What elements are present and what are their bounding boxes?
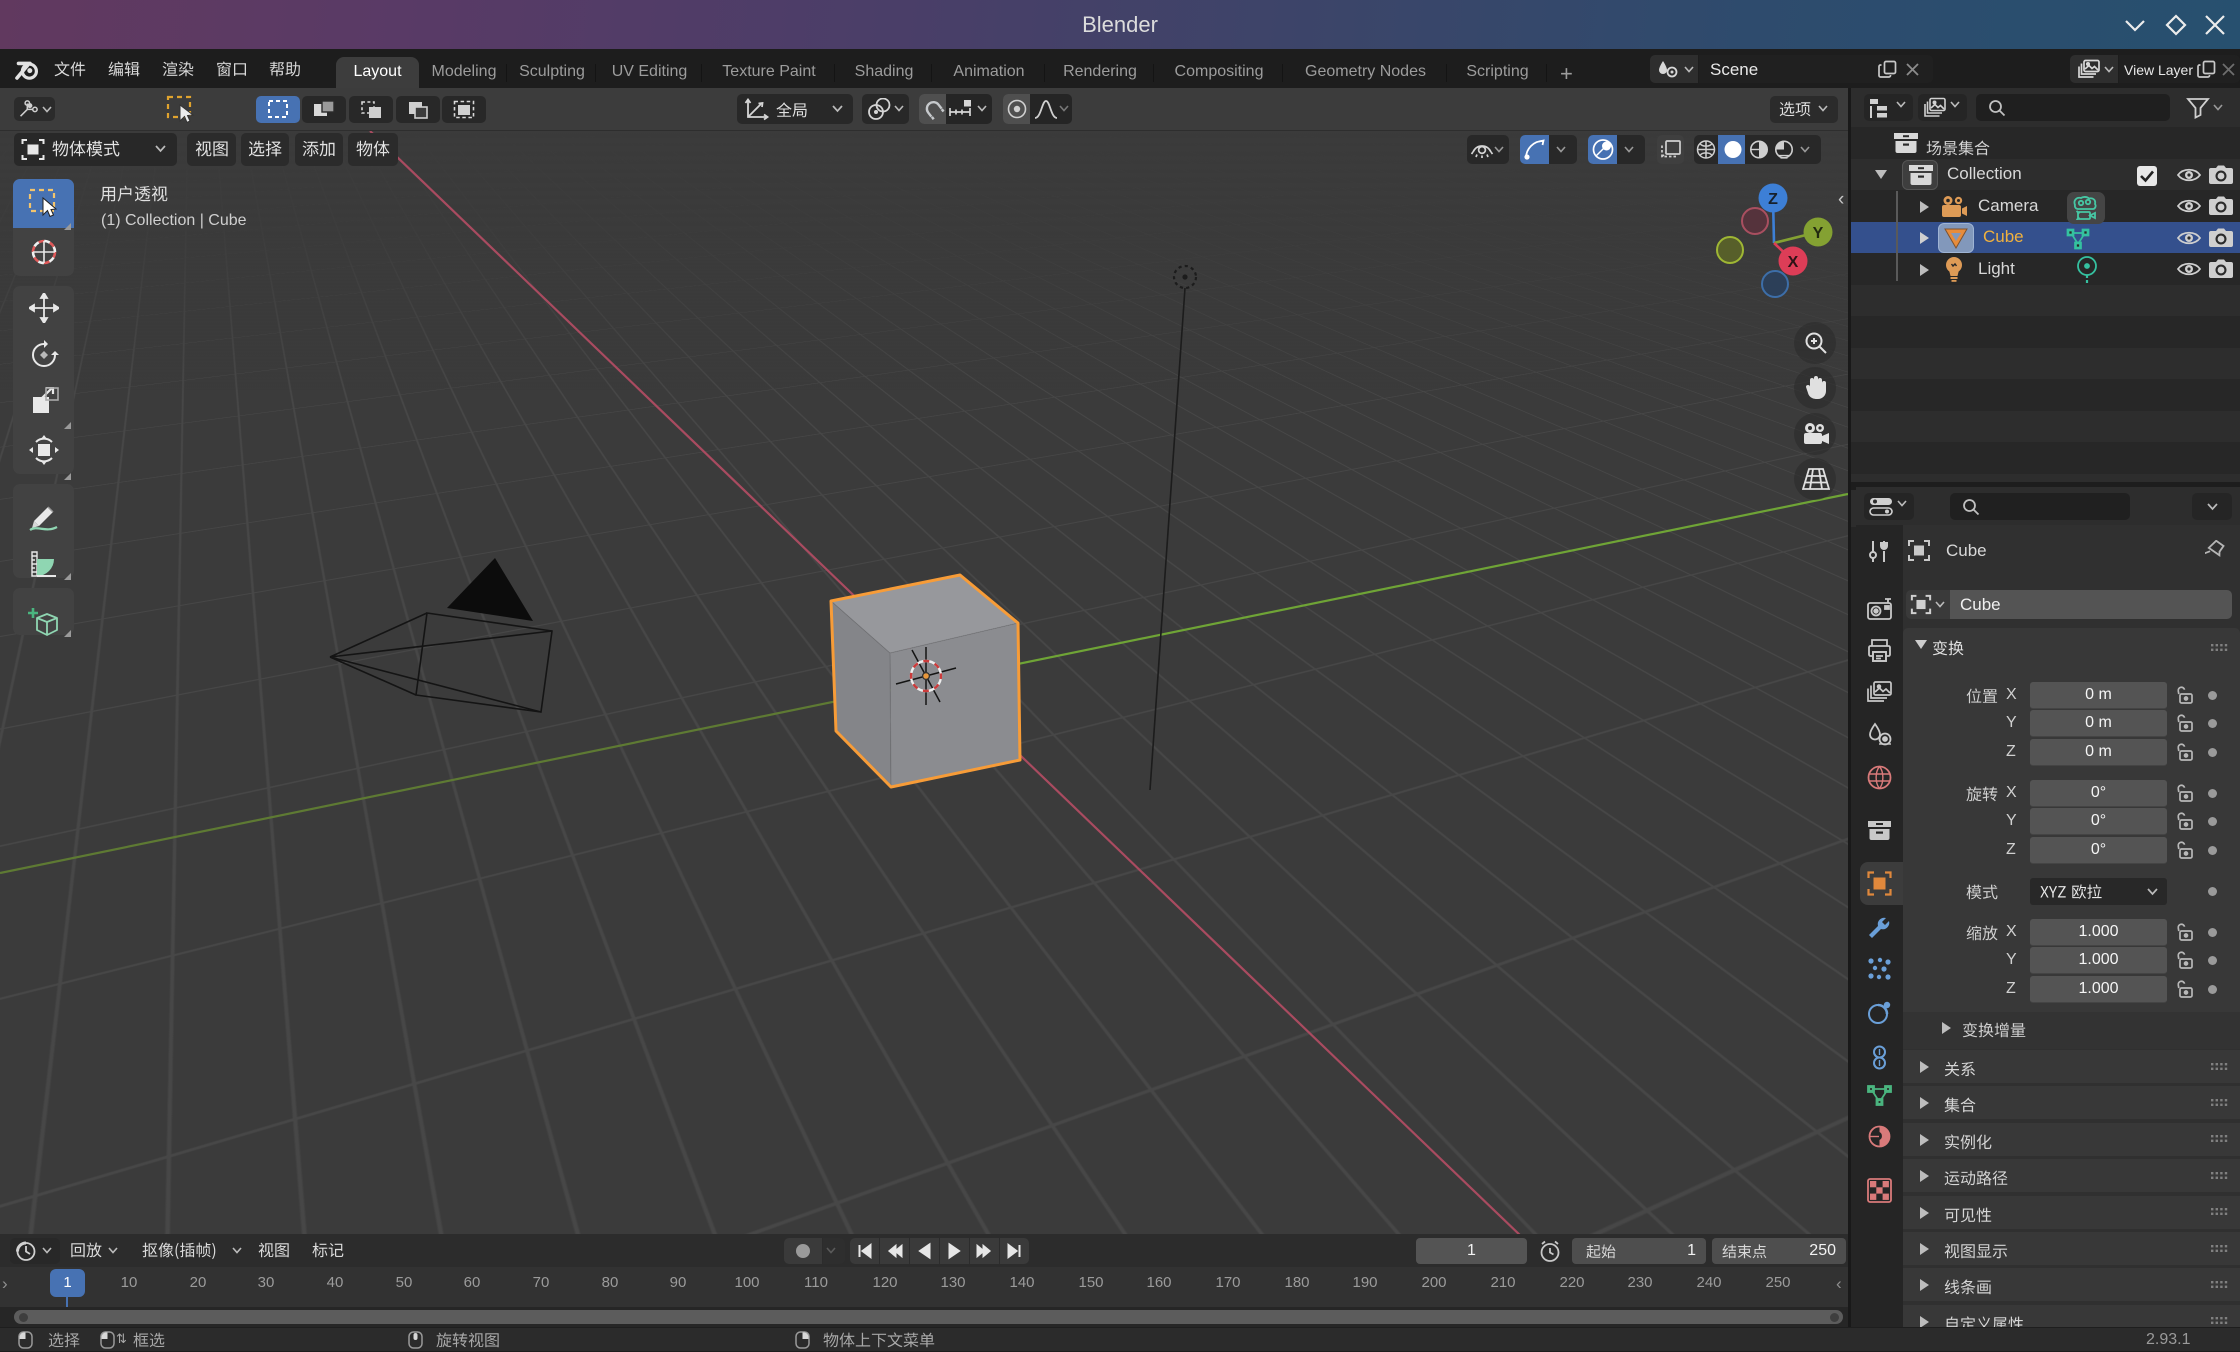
svg-text:Z: Z xyxy=(1768,191,1778,208)
svg-text:X: X xyxy=(1788,254,1799,271)
svg-text:Y: Y xyxy=(1813,225,1824,242)
